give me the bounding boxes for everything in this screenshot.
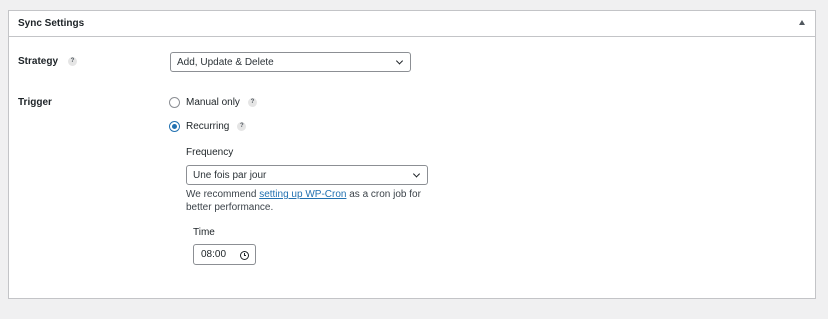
panel-header[interactable]: Sync Settings [9, 11, 815, 37]
strategy-select-value: Add, Update & Delete [177, 56, 274, 68]
trigger-option-recurring[interactable]: Recurring ? [169, 121, 247, 132]
recurring-help-icon[interactable]: ? [237, 122, 247, 131]
strategy-label-group: Strategy ? [18, 56, 78, 67]
collapse-toggle-icon[interactable] [799, 20, 805, 25]
panel-title: Sync Settings [18, 18, 85, 29]
time-value: 08:00 [201, 249, 227, 260]
manual-only-radio[interactable] [169, 97, 180, 108]
chevron-down-icon [395, 57, 404, 65]
strategy-help-icon[interactable]: ? [68, 57, 78, 66]
manual-only-label[interactable]: Manual only [186, 97, 240, 108]
time-input[interactable]: 08:00 [193, 244, 256, 265]
sync-settings-panel: Sync Settings Strategy ? Add, Update & D… [8, 10, 816, 299]
frequency-label: Frequency [186, 147, 234, 158]
manual-only-help-icon[interactable]: ? [247, 98, 257, 107]
chevron-down-icon [412, 170, 421, 178]
frequency-description: We recommend setting up WP-Cron as a cro… [186, 189, 421, 213]
recurring-radio[interactable] [169, 121, 180, 132]
clock-icon[interactable] [240, 251, 249, 260]
strategy-label: Strategy [18, 56, 59, 67]
frequency-select[interactable]: Une fois par jour [186, 165, 428, 185]
trigger-option-manual[interactable]: Manual only ? [169, 97, 257, 108]
wp-cron-link[interactable]: setting up WP-Cron [259, 189, 346, 200]
strategy-select[interactable]: Add, Update & Delete [170, 52, 411, 72]
recurring-label[interactable]: Recurring [186, 121, 229, 132]
trigger-label: Trigger [18, 97, 52, 108]
time-label: Time [193, 227, 215, 238]
frequency-select-value: Une fois par jour [193, 169, 267, 181]
